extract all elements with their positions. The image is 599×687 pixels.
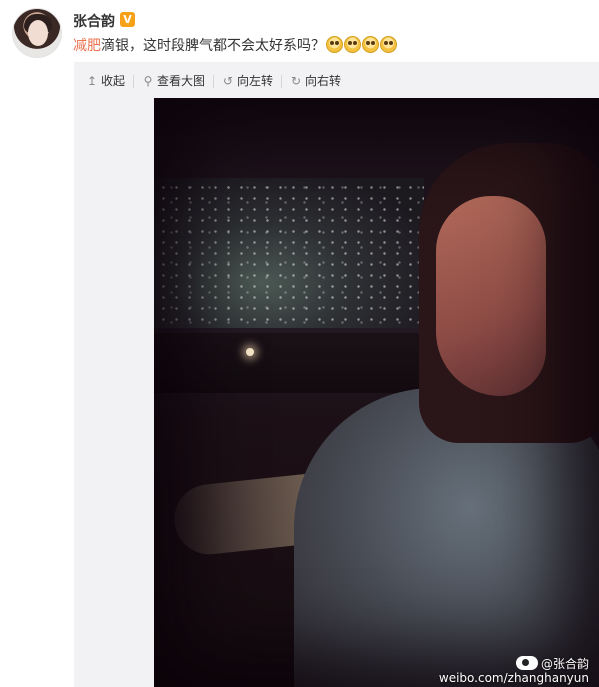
watermark-handle: @张合韵 — [540, 657, 589, 671]
post-text: 减肥滴银，这时段脾气都不会太好系吗？ — [73, 35, 397, 55]
collapse-button[interactable]: ↥ 收起 — [86, 73, 135, 88]
rotate-right-button[interactable]: ↻ 向右转 — [290, 73, 349, 88]
username[interactable]: 张合韵 — [73, 11, 115, 31]
media-expanded-panel: ↥ 收起 ⚲ 查看大图 ↺ 向左转 ↻ 向右转 @张合韵 weibo.com/z… — [74, 62, 599, 687]
post-photo[interactable]: @张合韵 weibo.com/zhanghanyun — [154, 98, 599, 687]
avatar-face — [28, 20, 48, 46]
rotate-left-icon: ↺ — [223, 73, 234, 88]
media-toolbar: ↥ 收起 ⚲ 查看大图 ↺ 向左转 ↻ 向右转 — [86, 71, 357, 91]
arrow-up-icon: ↥ — [86, 73, 98, 88]
topic-link[interactable]: 减肥 — [73, 38, 101, 54]
collapse-label: 收起 — [101, 73, 126, 88]
rotate-right-label: 向右转 — [305, 73, 342, 88]
view-large-label: 查看大图 — [157, 73, 206, 88]
rotate-left-label: 向左转 — [237, 73, 274, 88]
rotate-left-button[interactable]: ↺ 向左转 — [222, 73, 283, 88]
emoji-icon — [344, 36, 361, 53]
post-body: 滴银，这时段脾气都不会太好系吗？ — [101, 38, 325, 54]
photo-vignette — [154, 98, 599, 687]
photo-watermark: @张合韵 weibo.com/zhanghanyun — [439, 656, 589, 685]
weibo-logo-icon — [515, 656, 538, 670]
emoji-icon — [362, 36, 379, 53]
rotate-right-icon: ↻ — [291, 73, 302, 88]
view-large-button[interactable]: ⚲ 查看大图 — [142, 73, 215, 88]
watermark-handle-line: @张合韵 — [439, 656, 589, 671]
verified-badge-icon[interactable]: V — [120, 12, 135, 27]
avatar[interactable] — [12, 8, 62, 58]
magnifier-icon: ⚲ — [143, 73, 153, 88]
emoji-icon — [380, 36, 397, 53]
watermark-url: weibo.com/zhanghanyun — [438, 671, 589, 685]
emoji-icon — [326, 36, 343, 53]
